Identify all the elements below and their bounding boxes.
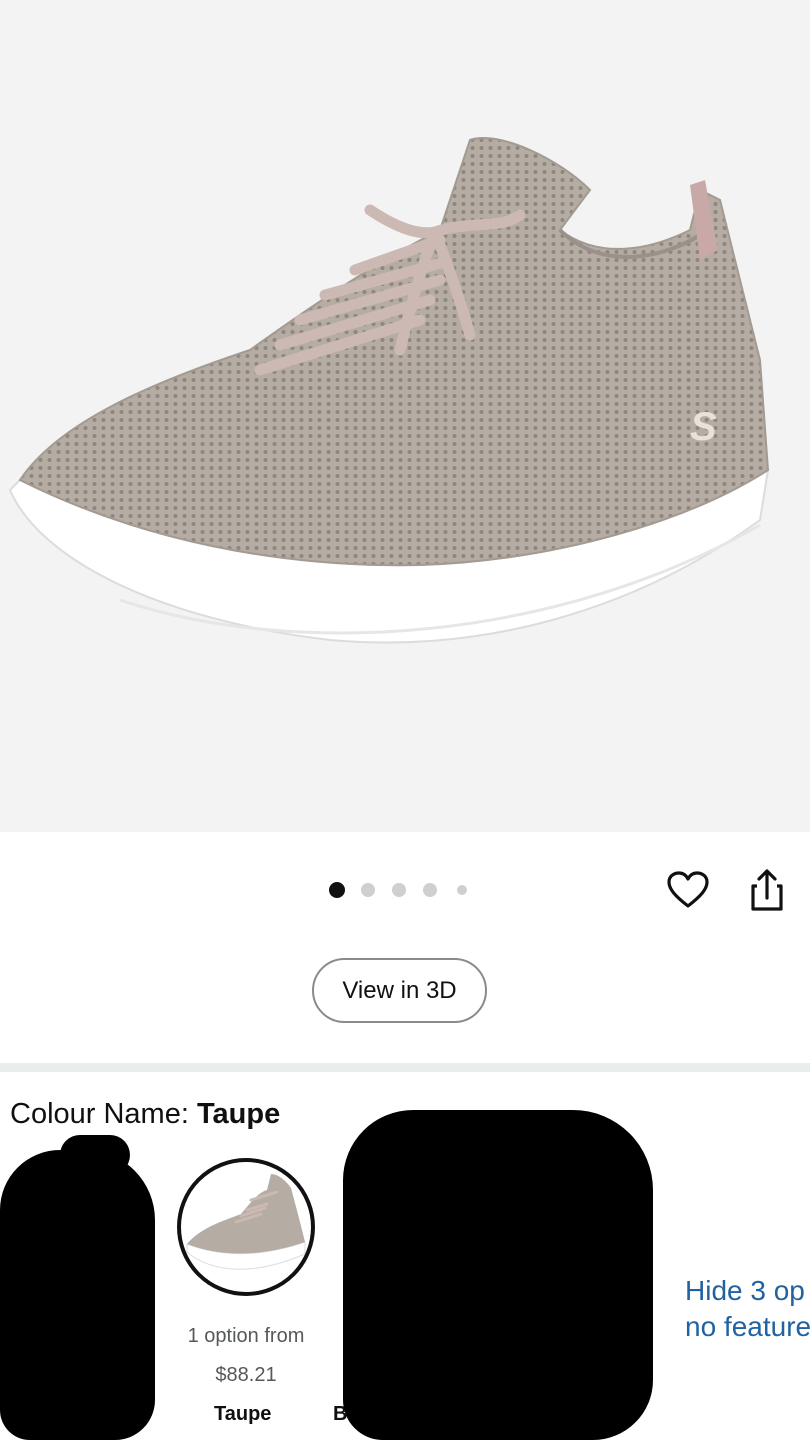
carousel-dot[interactable] — [329, 882, 345, 898]
swatch-thumbnail — [186, 1174, 306, 1270]
carousel-dot[interactable] — [457, 885, 467, 895]
view-in-3d-button[interactable]: View in 3D — [312, 958, 487, 1023]
carousel-dot[interactable] — [361, 883, 375, 897]
redacted-region — [60, 1135, 130, 1175]
heart-icon — [667, 871, 709, 908]
colour-name-heading: Colour Name: Taupe — [10, 1098, 280, 1131]
colour-name-value: Taupe — [196, 1098, 281, 1130]
share-button[interactable] — [746, 866, 788, 914]
colour-name-label: Colour Name: — [10, 1098, 189, 1130]
share-icon — [751, 869, 783, 911]
option-price: $88.21 — [215, 1364, 277, 1386]
hide-options-line1: Hide 3 op — [685, 1275, 805, 1306]
hide-options-line2: no feature — [685, 1311, 810, 1342]
colour-swatch-taupe[interactable] — [177, 1158, 315, 1296]
product-image[interactable]: S — [0, 0, 810, 832]
carousel-dot[interactable] — [423, 883, 437, 897]
option-count: 1 option from — [187, 1325, 305, 1347]
redacted-region — [343, 1110, 653, 1440]
hide-options-link[interactable]: Hide 3 op no feature — [685, 1273, 810, 1345]
view-in-3d-label: View in 3D — [342, 976, 457, 1004]
carousel-dot[interactable] — [392, 883, 406, 897]
option-name: Taupe — [214, 1403, 272, 1425]
redacted-region — [0, 1150, 155, 1440]
wishlist-button[interactable] — [664, 868, 712, 912]
sneaker-illustration: S — [8, 137, 770, 644]
svg-text:S: S — [690, 405, 717, 449]
section-divider — [0, 1063, 810, 1072]
